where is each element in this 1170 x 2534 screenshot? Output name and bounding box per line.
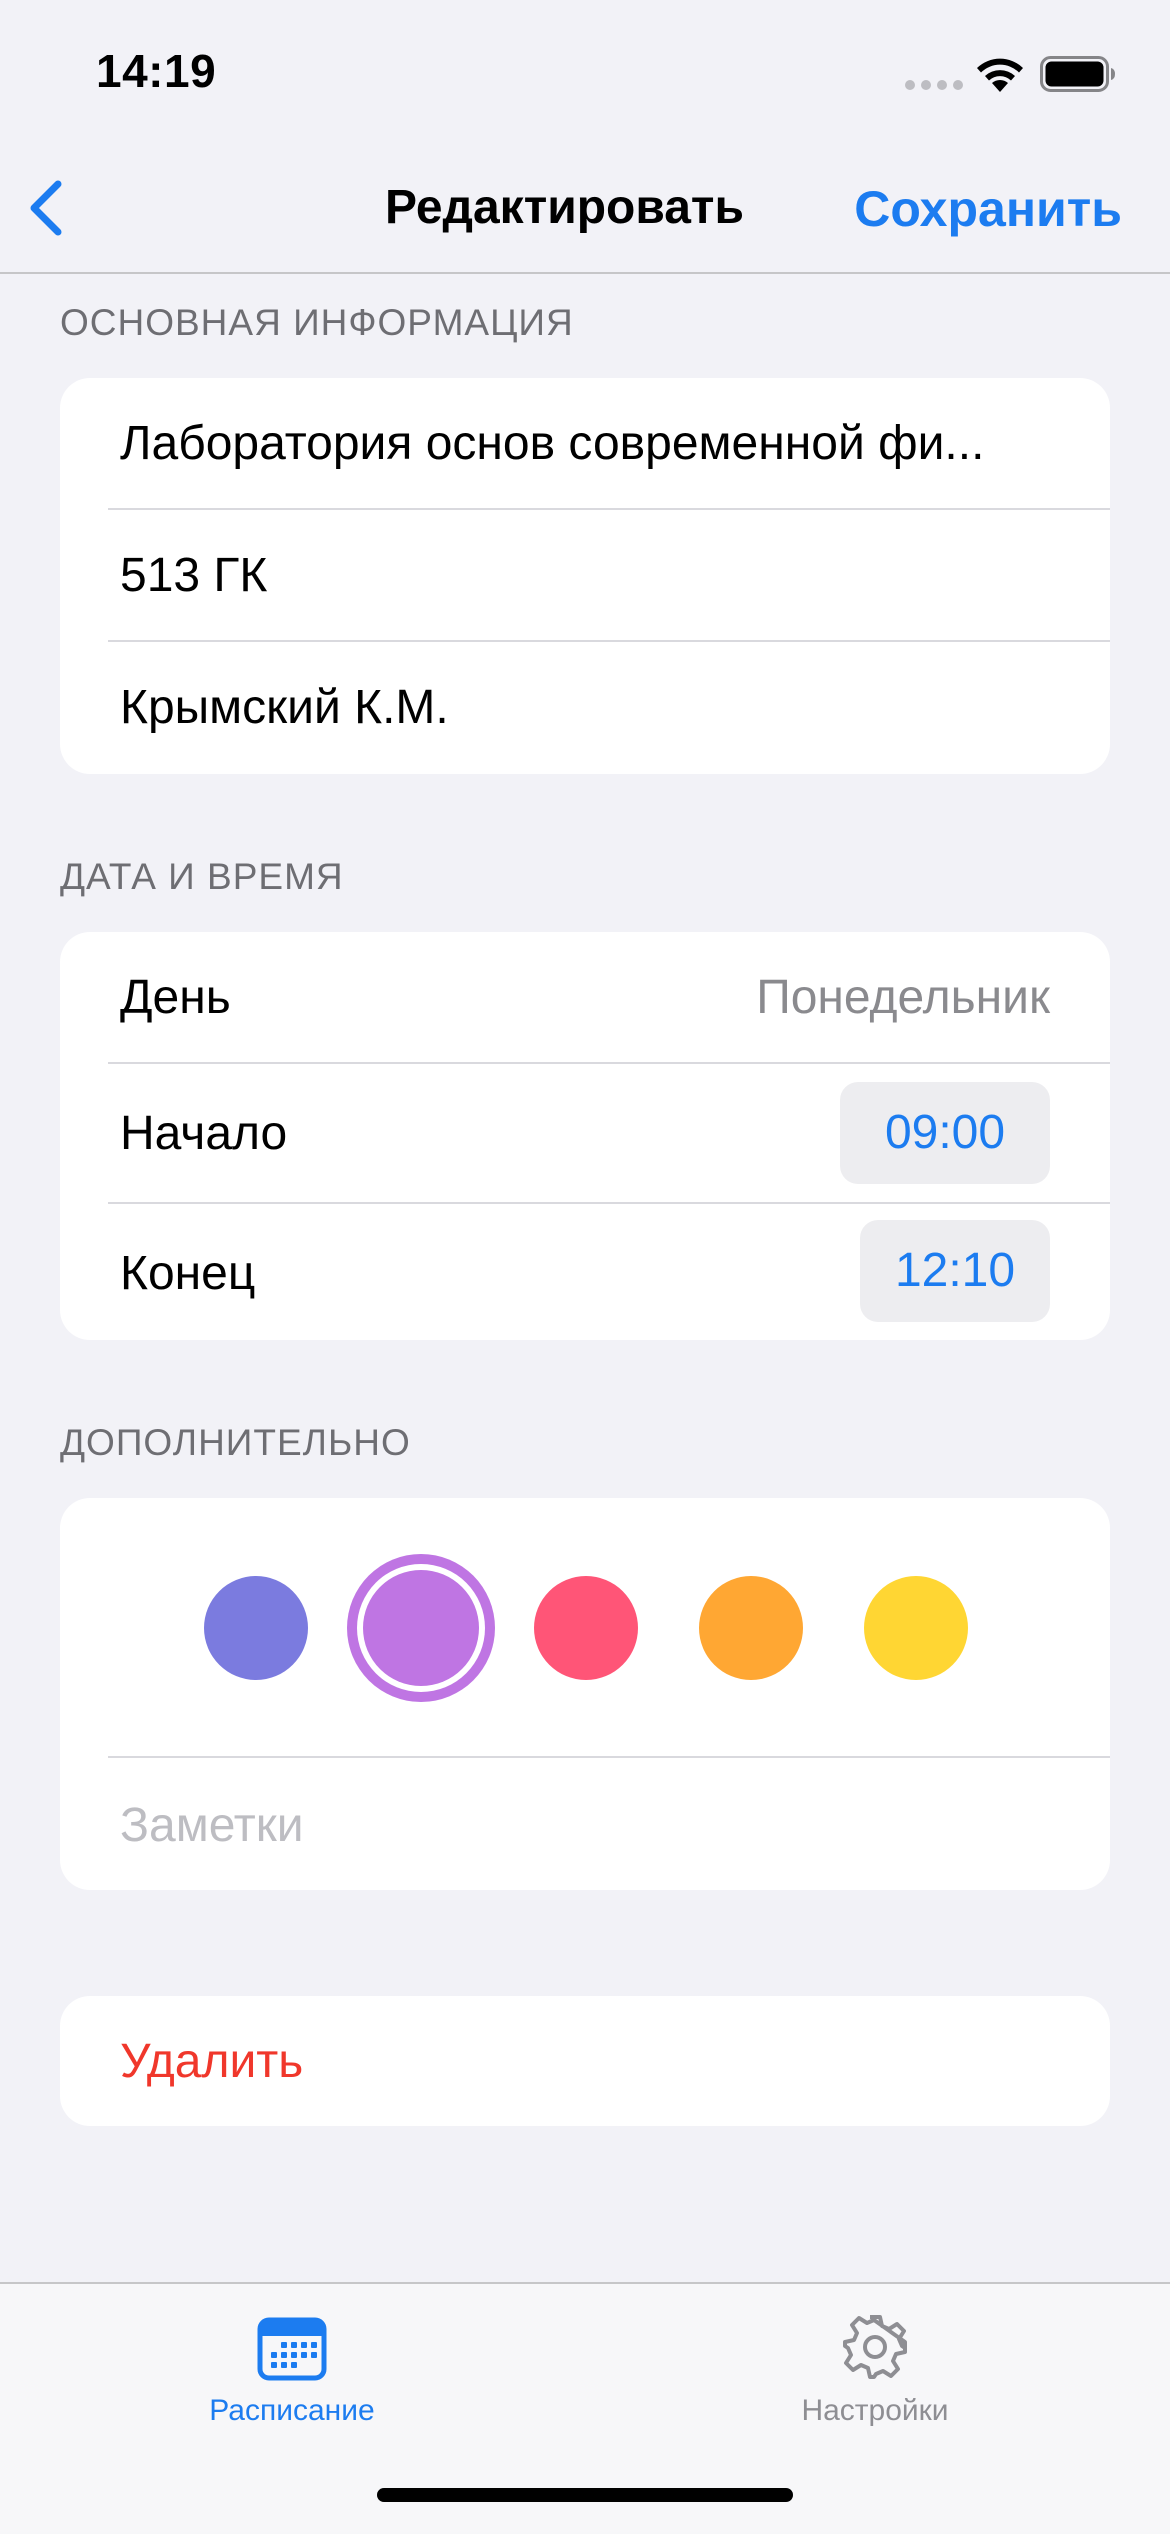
- room-field[interactable]: 513 ГК: [60, 510, 1110, 640]
- tab-settings[interactable]: Настройки: [725, 2284, 1025, 2464]
- color-swatch-indigo[interactable]: [204, 1576, 308, 1680]
- section-header-date-time: ДАТА И ВРЕМЯ: [60, 856, 344, 897]
- start-label: Начало: [120, 1107, 288, 1160]
- cellular-signal-icon: [905, 80, 963, 90]
- home-indicator: [377, 2488, 793, 2502]
- calendar-icon: [257, 2317, 327, 2381]
- color-swatch-orange[interactable]: [699, 1576, 803, 1680]
- section-header-basic-info: ОСНОВНАЯ ИНФОРМАЦИЯ: [60, 302, 574, 343]
- start-time-picker[interactable]: 09:00: [840, 1082, 1050, 1184]
- teacher-value: Крымский К.М.: [120, 681, 449, 734]
- delete-label: Удалить: [120, 2035, 304, 2088]
- color-swatch-yellow[interactable]: [864, 1576, 968, 1680]
- notes-placeholder: Заметки: [120, 1799, 304, 1852]
- subject-value: Лаборатория основ современной фи...: [120, 417, 985, 470]
- basic-info-card: Лаборатория основ современной фи... 513 …: [60, 378, 1110, 774]
- selected-swatch-fill: [363, 1570, 479, 1686]
- day-row[interactable]: День Понедельник: [60, 932, 1110, 1062]
- start-row: Начало 09:00: [60, 1064, 1110, 1202]
- notes-field[interactable]: Заметки: [60, 1758, 1110, 1890]
- extra-card: Заметки: [60, 1498, 1110, 1890]
- battery-icon: [1040, 56, 1115, 92]
- subject-field[interactable]: Лаборатория основ современной фи...: [60, 378, 1110, 508]
- delete-button[interactable]: Удалить: [60, 1996, 1110, 2126]
- tab-settings-label: Настройки: [801, 2394, 949, 2427]
- end-time-picker[interactable]: 12:10: [860, 1220, 1050, 1322]
- tab-schedule-label: Расписание: [209, 2394, 375, 2427]
- save-button[interactable]: Сохранить: [854, 180, 1122, 238]
- teacher-field[interactable]: Крымский К.М.: [60, 642, 1110, 774]
- wifi-icon: [977, 58, 1023, 92]
- day-value[interactable]: Понедельник: [756, 970, 1050, 1025]
- end-row: Конец 12:10: [60, 1204, 1110, 1340]
- page-title: Редактировать: [385, 181, 744, 234]
- day-label: День: [120, 971, 231, 1024]
- navigation-bar: Редактировать Сохранить: [0, 150, 1170, 274]
- section-header-extra: ДОПОЛНИТЕЛЬНО: [60, 1422, 411, 1463]
- status-time: 14:19: [96, 45, 217, 97]
- tab-schedule[interactable]: Расписание: [142, 2284, 442, 2464]
- delete-card: Удалить: [60, 1996, 1110, 2126]
- color-swatch-pink[interactable]: [534, 1576, 638, 1680]
- back-chevron-icon[interactable]: [18, 172, 78, 242]
- gear-icon: [843, 2315, 907, 2379]
- date-time-card: День Понедельник Начало 09:00 Конец 12:1…: [60, 932, 1110, 1340]
- end-label: Конец: [120, 1247, 256, 1300]
- room-value: 513 ГК: [120, 549, 268, 602]
- status-bar: 14:19: [0, 0, 1170, 150]
